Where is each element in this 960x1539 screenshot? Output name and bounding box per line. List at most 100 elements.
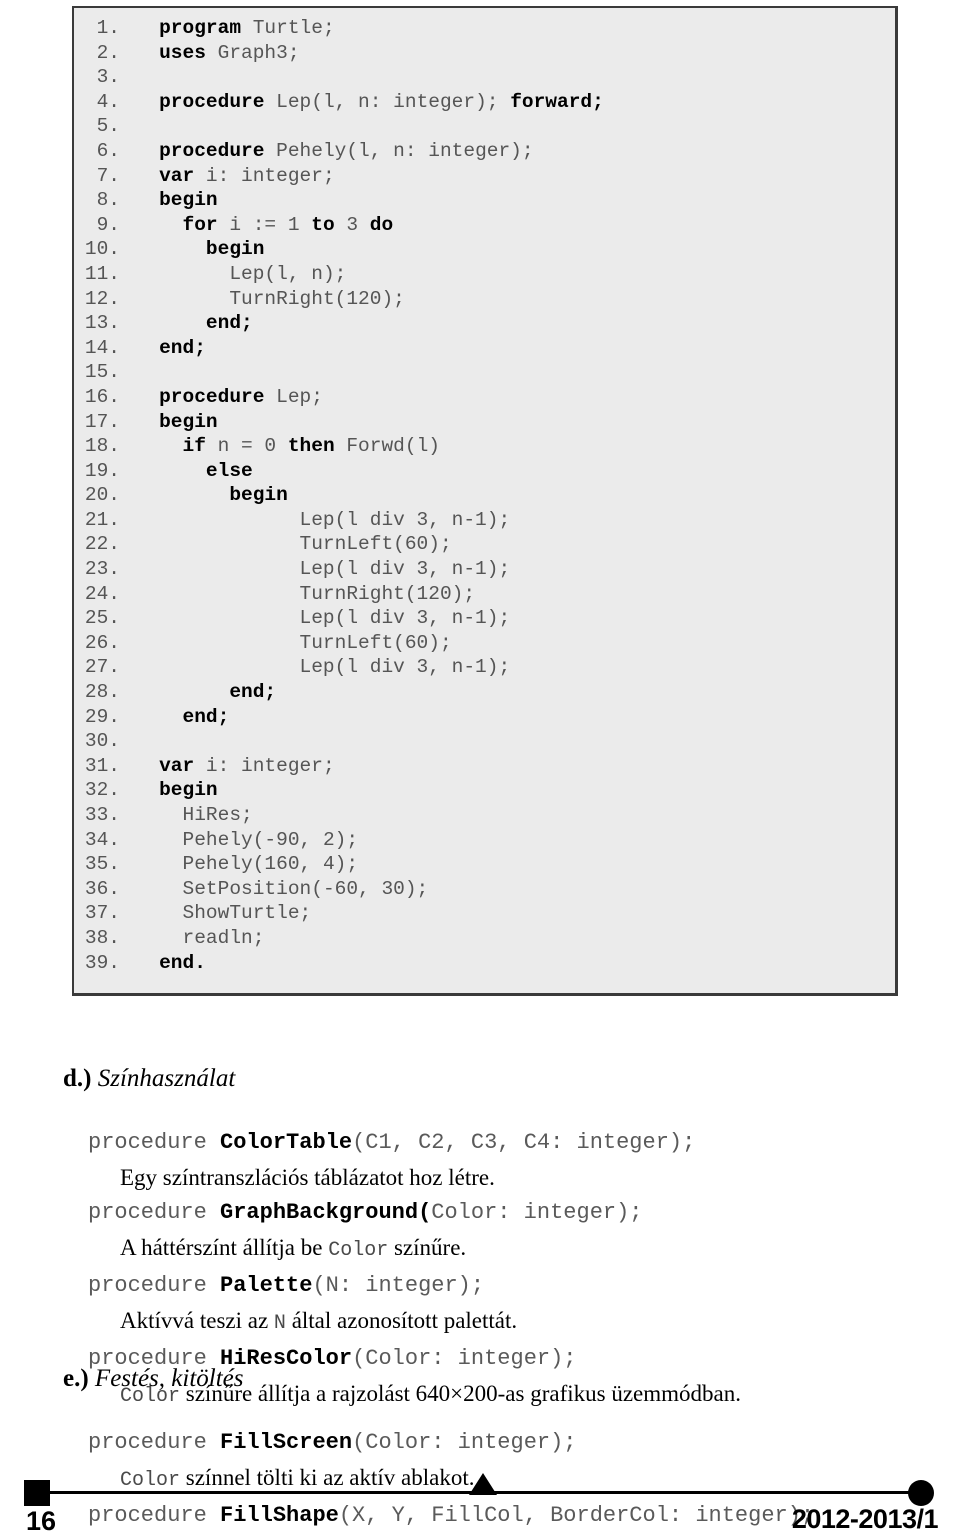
- code-line-text: uses Graph3;: [159, 41, 300, 64]
- code-line-number: 10.: [84, 238, 120, 261]
- code-line: 27. Lep(l div 3, n-1);: [74, 655, 895, 680]
- code-line-number: 9.: [96, 213, 120, 236]
- code-line-number: 22.: [84, 533, 120, 556]
- code-line: 31. var i: integer;: [74, 754, 895, 779]
- code-line-number: 33.: [84, 804, 120, 826]
- code-line: 20. begin: [74, 483, 895, 508]
- procedure-description: A háttérszínt állítja be Color színűre.: [120, 1235, 467, 1262]
- code-line: 32. begin: [74, 778, 895, 803]
- code-line-text: var i: integer;: [159, 164, 335, 187]
- code-line: 3.: [74, 65, 895, 90]
- code-line-text: TurnRight(120);: [299, 582, 476, 605]
- code-line-text: procedure Lep(l, n: integer); forward;: [159, 90, 604, 113]
- code-line: 23. Lep(l div 3, n-1);: [74, 557, 895, 582]
- code-line-number: 6.: [96, 139, 120, 162]
- code-line-text: end;: [182, 705, 230, 728]
- code-line-number: 11.: [84, 262, 120, 285]
- code-line-text: TurnRight(120);: [229, 287, 405, 310]
- code-line-number: 24.: [84, 582, 120, 605]
- code-line: 38. readln;: [74, 926, 895, 951]
- code-line-text: Lep(l div 3, n-1);: [299, 607, 511, 630]
- code-line-number: 21.: [84, 508, 120, 531]
- code-line: 21. Lep(l div 3, n-1);: [74, 508, 895, 533]
- code-line-text: Lep(l div 3, n-1);: [299, 508, 511, 531]
- code-line-number: 29.: [84, 705, 120, 728]
- code-line-number: 1.: [96, 17, 120, 39]
- code-line-text: Pehely(160, 4);: [182, 853, 359, 876]
- code-line: 5.: [74, 114, 895, 139]
- code-line: 4. procedure Lep(l, n: integer); forward…: [74, 90, 895, 115]
- procedure-prototype: procedure FillScreen(Color: integer);: [88, 1430, 577, 1455]
- code-line-text: procedure Lep;: [159, 385, 323, 408]
- section-e-heading: e.) Festés, kitöltés: [38, 1334, 938, 1424]
- code-line: 6. procedure Pehely(l, n: integer);: [74, 139, 895, 164]
- code-line: 35. Pehely(160, 4);: [74, 852, 895, 877]
- code-line-text: begin: [229, 484, 288, 507]
- code-line-number: 31.: [84, 754, 120, 777]
- code-line-text: else: [205, 459, 253, 482]
- code-line-number: 4.: [96, 90, 120, 113]
- code-line-text: begin: [159, 189, 218, 212]
- code-line-text: Lep(l div 3, n-1);: [299, 656, 511, 679]
- code-line-number: 30.: [84, 730, 120, 753]
- code-line: 22. TurnLeft(60);: [74, 532, 895, 557]
- code-line-text: begin: [159, 779, 218, 802]
- inline-code: N: [273, 1312, 286, 1335]
- code-line-number: 26.: [84, 631, 120, 654]
- code-line-number: 28.: [84, 681, 120, 704]
- code-line-number: 39.: [84, 951, 120, 974]
- code-line: 19. else: [74, 459, 895, 484]
- code-line: 25. Lep(l div 3, n-1);: [74, 606, 895, 631]
- code-line-number: 38.: [84, 926, 120, 949]
- code-line-number: 3.: [96, 66, 120, 89]
- code-line-text: TurnLeft(60);: [299, 533, 452, 556]
- code-line: 16. procedure Lep;: [74, 385, 895, 410]
- code-line-text: HiRes;: [182, 804, 253, 826]
- page-footer: 16 2012-2013/1: [0, 1470, 960, 1539]
- code-line-number: 23.: [84, 558, 120, 581]
- code-line: 37. ShowTurtle;: [74, 901, 895, 926]
- code-line: 12. TurnRight(120);: [74, 287, 895, 312]
- code-line: 24. TurnRight(120);: [74, 582, 895, 607]
- code-line: 1. program Turtle;: [74, 16, 895, 41]
- code-line-text: Lep(l div 3, n-1);: [299, 558, 511, 581]
- code-line: 8. begin: [74, 188, 895, 213]
- code-line-text: end;: [229, 681, 277, 704]
- code-line-number: 36.: [84, 877, 120, 900]
- code-line: 15.: [74, 360, 895, 385]
- issue-label: 2012-2013/1: [791, 1504, 939, 1534]
- code-line-number: 20.: [84, 484, 120, 507]
- page-number: 16: [26, 1506, 57, 1536]
- code-line-text: begin: [205, 238, 265, 261]
- code-line: 13. end;: [74, 311, 895, 336]
- code-line-text: SetPosition(-60, 30);: [182, 877, 429, 900]
- code-line: 14. end;: [74, 336, 895, 361]
- code-line-text: procedure Pehely(l, n: integer);: [159, 139, 534, 162]
- inline-code: Color: [328, 1239, 389, 1262]
- procedure-prototype: procedure Palette(N: integer);: [88, 1273, 485, 1298]
- code-line-text: end;: [159, 336, 206, 359]
- code-line-number: 14.: [84, 336, 120, 359]
- code-line-number: 8.: [96, 189, 120, 212]
- code-line-text: begin: [159, 410, 218, 433]
- code-line-text: ShowTurtle;: [182, 902, 312, 925]
- code-line-number: 5.: [96, 115, 120, 138]
- code-line-text: if n = 0 then Forwd(l): [182, 435, 440, 458]
- procedure-prototype: procedure GraphBackground(Color: integer…: [88, 1200, 643, 1225]
- code-line: 39. end.: [74, 951, 895, 976]
- code-line-number: 16.: [84, 385, 120, 408]
- code-line-number: 27.: [84, 656, 120, 679]
- procedure-prototype: procedure ColorTable(C1, C2, C3, C4: int…: [88, 1130, 696, 1155]
- code-listing-block: 1. program Turtle; 2. uses Graph3; 3. 4. p…: [72, 6, 898, 996]
- code-line-number: 13.: [84, 312, 120, 335]
- code-line: 2. uses Graph3;: [74, 41, 895, 66]
- code-line-text: Lep(l, n);: [229, 262, 347, 285]
- section-d-letter: d.): [63, 1065, 92, 1092]
- code-line: 30.: [74, 729, 895, 754]
- code-line-number: 2.: [96, 41, 120, 64]
- code-line: 10. begin: [74, 237, 895, 262]
- code-line: 33. HiRes;: [74, 803, 895, 828]
